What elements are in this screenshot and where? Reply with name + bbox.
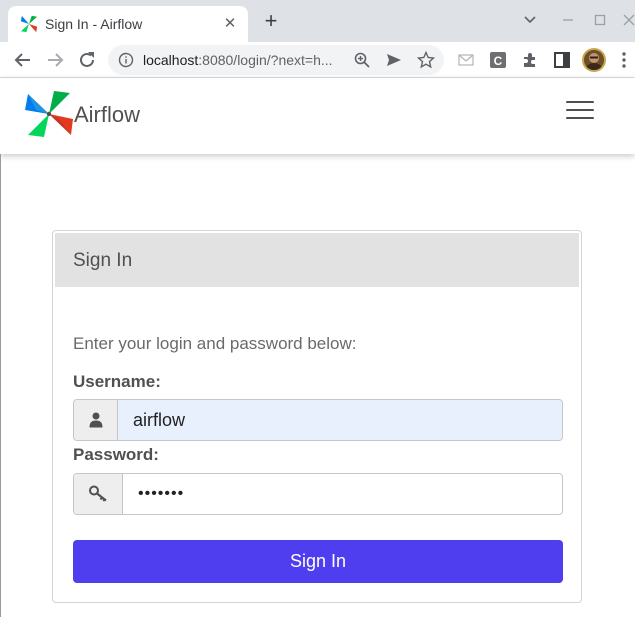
close-window-icon[interactable] [618,9,635,31]
tab-search-chevron-icon[interactable] [519,9,541,31]
new-tab-button[interactable]: + [259,10,283,34]
extension-icon[interactable] [456,50,476,70]
bookmark-star-icon[interactable] [417,51,435,69]
username-input[interactable]: airflow [118,400,562,440]
password-addon [74,474,123,514]
extension-c-icon[interactable]: C [488,50,508,70]
airflow-logo-icon[interactable] [25,91,73,137]
key-icon [89,485,107,502]
back-icon[interactable] [11,48,35,72]
address-bar[interactable]: localhost:8080/login/?next=h... [108,45,444,75]
login-panel: Sign In Enter your login and password be… [52,230,582,603]
puzzle-icon[interactable] [520,50,540,70]
username-addon [74,400,118,440]
url-text[interactable]: localhost:8080/login/?next=h... [143,52,355,68]
menu-icon[interactable] [618,50,630,70]
user-icon [89,412,103,428]
tab-title: Sign In - Airflow [45,16,143,32]
side-panel-icon[interactable] [552,50,572,70]
brand-name[interactable]: Airflow [74,102,140,128]
svg-text:C: C [494,54,503,68]
login-instructions: Enter your login and password below: [73,334,357,353]
browser-tab-active[interactable]: Sign In - Airflow ✕ [8,6,248,42]
sign-in-button[interactable]: Sign In [73,540,563,583]
login-panel-header: Sign In [55,233,579,287]
browser-tab-strip: Sign In - Airflow ✕ + [0,0,635,42]
hamburger-menu-icon[interactable] [566,101,594,121]
zoom-icon[interactable] [353,51,371,69]
page-content: Airflow Sign In Enter your login and pas… [0,78,635,617]
site-info-icon[interactable] [118,52,134,68]
password-label: Password: [73,445,159,464]
page-left-edge [0,154,1,617]
send-icon[interactable] [385,51,403,69]
panel-title: Sign In [73,250,133,271]
minimize-window-icon[interactable] [557,9,579,31]
username-field[interactable]: airflow [73,399,563,441]
browser-toolbar: localhost:8080/login/?next=h... C [0,42,635,78]
url-path: :8080/login/?next=h... [198,52,333,68]
maximize-window-icon[interactable] [589,9,611,31]
close-tab-icon[interactable]: ✕ [220,14,240,34]
url-host: localhost [143,52,199,68]
password-input[interactable]: ••••••• [123,474,562,514]
forward-icon[interactable] [43,48,67,72]
password-field[interactable]: ••••••• [73,473,563,515]
reload-icon[interactable] [75,48,99,72]
profile-avatar[interactable] [582,48,606,72]
navbar: Airflow [0,78,635,154]
airflow-favicon-icon [20,15,38,33]
username-label: Username: [73,372,161,391]
